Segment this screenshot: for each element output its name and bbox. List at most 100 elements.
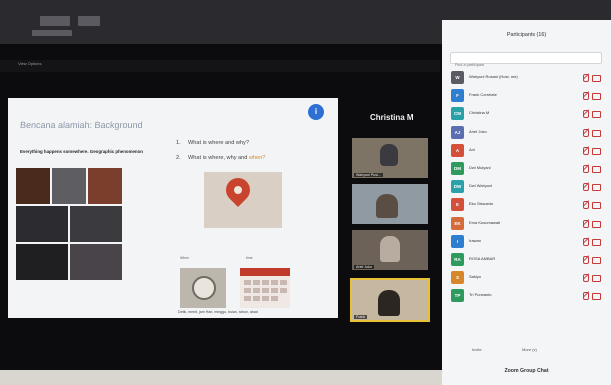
camera-off-icon[interactable]	[592, 165, 601, 173]
slide-subtitle: Everything happens somewhere. Geographic…	[20, 149, 143, 154]
avatar: RA	[451, 252, 464, 266]
mic-muted-icon[interactable]	[583, 237, 589, 246]
video-thumbnail[interactable]	[352, 184, 428, 224]
mic-muted-icon[interactable]	[583, 292, 589, 301]
avatar: I	[451, 234, 464, 248]
participant-row[interactable]: E Eko Siswanto	[442, 195, 611, 213]
participant-row[interactable]: I Irawan	[442, 232, 611, 250]
screen: View Options i Bencana alamiah: Backgrou…	[0, 0, 611, 385]
invite-button[interactable]: Invite	[472, 347, 482, 352]
video-thumbnail[interactable]: Wahyuni Pusi...	[352, 138, 428, 178]
mic-muted-icon[interactable]	[583, 146, 589, 155]
camera-off-icon[interactable]	[592, 129, 601, 137]
menu-tab[interactable]	[78, 16, 100, 26]
participant-row[interactable]: F Frank Correlate	[442, 86, 611, 104]
camera-off-icon[interactable]	[592, 111, 601, 119]
participant-row[interactable]: CM Christina M	[442, 104, 611, 122]
question-number: 1.	[176, 140, 181, 146]
participant-row[interactable]: TP Tri Purwanto	[442, 286, 611, 304]
participants-panel: Participants (16) W Wahyuni Rosani (Host…	[442, 20, 611, 385]
camera-off-icon[interactable]	[592, 238, 601, 246]
camera-off-icon[interactable]	[592, 220, 601, 228]
mic-muted-icon[interactable]	[583, 274, 589, 283]
participant-name: Dwi Mulyani	[469, 164, 491, 170]
video-thumbnail-active[interactable]: Frank	[350, 278, 430, 322]
question-number: 2.	[176, 155, 181, 161]
watch-image	[180, 268, 226, 308]
participant-row[interactable]: AJ Arief Joko	[442, 123, 611, 141]
active-speaker-name: Christina M	[370, 113, 414, 122]
avatar: F	[451, 89, 464, 103]
participant-name: Dwi Wahyuni	[469, 183, 493, 189]
participant-name: Wahyuni Rosani (Host, me)	[469, 74, 518, 79]
city-photo	[70, 206, 122, 242]
street-photo	[70, 244, 122, 280]
question-highlight: when?	[248, 155, 266, 161]
camera-off-icon[interactable]	[592, 202, 601, 210]
landslide-photo	[88, 168, 122, 204]
menu-tab[interactable]	[40, 16, 70, 26]
question-item: 2. What is where, why and when?	[176, 155, 265, 161]
menu-subtab[interactable]	[32, 30, 72, 36]
mic-muted-icon[interactable]	[583, 255, 589, 264]
map-pin-icon	[221, 173, 255, 207]
volcano-photo	[16, 168, 50, 204]
dark-photo	[16, 244, 68, 280]
camera-off-icon[interactable]	[592, 293, 601, 301]
calendar-header	[240, 268, 290, 276]
view-options-button[interactable]: View Options	[18, 61, 42, 66]
shared-screen-slide: i Bencana alamiah: Background Everything…	[8, 98, 338, 318]
mic-muted-icon[interactable]	[583, 74, 589, 82]
question-text: What is where, why and	[188, 155, 249, 161]
video-thumbnail[interactable]: Arief Joko	[352, 230, 428, 270]
participant-name: Arief Joko	[469, 128, 487, 134]
mic-muted-icon[interactable]	[583, 128, 589, 137]
participant-row[interactable]: A Ani	[442, 141, 611, 159]
time-label: time	[246, 256, 253, 260]
group-chat-title[interactable]: Zoom Group Chat	[442, 368, 611, 374]
participant-list: W Wahyuni Rosani (Host, me) F Frank Corr…	[442, 68, 611, 304]
mic-muted-icon[interactable]	[583, 164, 589, 173]
eruption-photo	[52, 168, 86, 204]
more-button[interactable]: More (v)	[522, 347, 537, 352]
participant-search	[450, 52, 602, 70]
slide-caption: Detik, menit, jam Hari, minggu, bulan, t…	[178, 310, 258, 314]
participant-row[interactable]: DM Dwi Mulyani	[442, 159, 611, 177]
mic-muted-icon[interactable]	[583, 92, 589, 101]
calendar-image	[240, 268, 290, 308]
camera-off-icon[interactable]	[592, 275, 601, 283]
participant-row[interactable]: W Wahyuni Rosani (Host, me)	[442, 68, 611, 86]
avatar: CM	[451, 107, 464, 121]
participant-name: ROSA AMBAR	[469, 255, 496, 261]
avatar: EK	[451, 216, 464, 230]
camera-off-icon[interactable]	[592, 256, 601, 264]
avatar: E	[451, 198, 464, 212]
camera-off-icon[interactable]	[592, 75, 601, 82]
participant-row[interactable]: RA ROSA AMBAR	[442, 250, 611, 268]
participant-name: Sakiyo	[469, 274, 482, 280]
participant-row[interactable]: S Sakiyo	[442, 268, 611, 286]
participant-row[interactable]: EK Ema Kusumawati	[442, 214, 611, 232]
mic-muted-icon[interactable]	[583, 219, 589, 228]
clock-icon	[192, 276, 216, 300]
question-item: 1. What is where and why?	[176, 140, 265, 146]
participant-name: Frank Correlate	[469, 92, 497, 98]
person-avatar	[380, 144, 398, 166]
participant-row[interactable]: DW Dwi Wahyuni	[442, 177, 611, 195]
camera-off-icon[interactable]	[592, 184, 601, 192]
camera-off-icon[interactable]	[592, 147, 601, 155]
info-icon[interactable]: i	[308, 104, 324, 120]
mic-muted-icon[interactable]	[583, 201, 589, 210]
camera-off-icon[interactable]	[592, 93, 601, 101]
participant-name: Ema Kusumawati	[469, 219, 501, 225]
mic-muted-icon[interactable]	[583, 183, 589, 192]
participant-name: Ani	[469, 146, 475, 152]
mic-muted-icon[interactable]	[583, 110, 589, 119]
question-text: What is where and why?	[188, 140, 249, 146]
participant-name: Tri Purwanto	[469, 292, 492, 298]
thumbnail-name: Wahyuni Pusi...	[354, 173, 383, 177]
when-label: When	[180, 256, 190, 260]
participant-name: Irawan	[469, 237, 482, 243]
question-list: 1. What is where and why? 2. What is where…	[176, 140, 265, 170]
person-avatar	[376, 194, 398, 218]
